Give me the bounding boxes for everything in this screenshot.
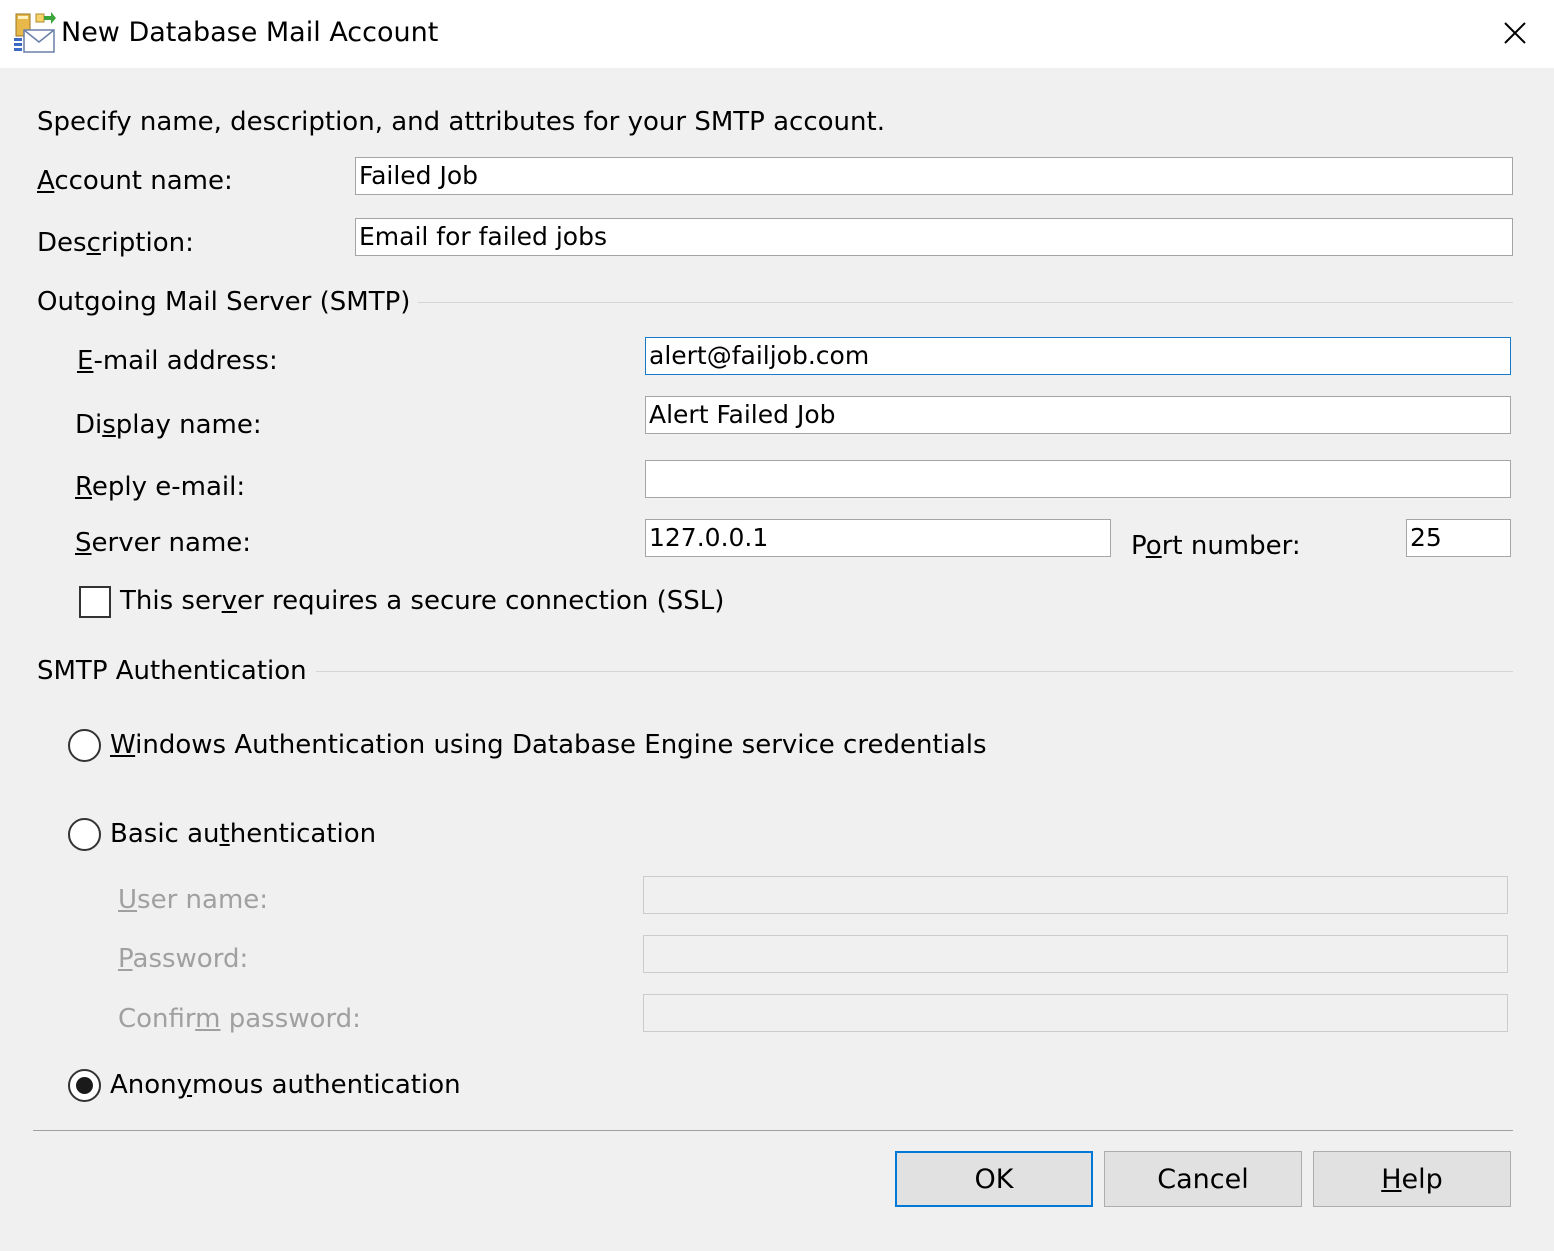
account-name-label: Account name: <box>37 166 233 196</box>
email-address-input[interactable]: alert@failjob.com <box>645 337 1511 375</box>
anonymous-auth-label[interactable]: Anonymous authentication <box>110 1068 461 1102</box>
smtp-group-divider <box>418 302 1513 303</box>
port-number-label: Port number: <box>1131 531 1301 561</box>
auth-group-divider <box>316 671 1513 672</box>
help-button[interactable]: Help <box>1313 1151 1511 1207</box>
ssl-checkbox-label[interactable]: This server requires a secure connection… <box>120 584 724 618</box>
windows-auth-label[interactable]: Windows Authentication using Database En… <box>110 728 987 762</box>
database-mail-icon <box>14 12 56 53</box>
confirm-password-input <box>643 994 1508 1032</box>
auth-group-title: SMTP Authentication <box>37 656 307 686</box>
smtp-group-title: Outgoing Mail Server (SMTP) <box>37 287 411 317</box>
reply-email-input[interactable] <box>645 460 1511 498</box>
port-number-input[interactable]: 25 <box>1406 519 1511 557</box>
ok-button[interactable]: OK <box>895 1151 1093 1207</box>
display-name-input[interactable]: Alert Failed Job <box>645 396 1511 434</box>
email-address-label: E-mail address: <box>77 346 278 376</box>
basic-auth-radio[interactable] <box>68 818 101 851</box>
description-label: Description: <box>37 228 194 258</box>
intro-text: Specify name, description, and attribute… <box>37 107 885 137</box>
server-name-input[interactable]: 127.0.0.1 <box>645 519 1111 557</box>
ssl-checkbox[interactable] <box>79 586 111 618</box>
account-name-input[interactable]: Failed Job <box>355 157 1513 195</box>
password-input <box>643 935 1508 973</box>
window-title: New Database Mail Account <box>61 17 439 48</box>
confirm-password-label: Confirm password: <box>118 1004 361 1034</box>
user-name-input <box>643 876 1508 914</box>
user-name-label: User name: <box>118 885 269 915</box>
title-bar: New Database Mail Account <box>0 0 1554 68</box>
reply-email-label: Reply e-mail: <box>75 472 246 502</box>
windows-auth-radio[interactable] <box>68 729 101 762</box>
anonymous-auth-radio[interactable] <box>68 1069 101 1102</box>
cancel-button[interactable]: Cancel <box>1104 1151 1302 1207</box>
close-button[interactable] <box>1486 0 1544 66</box>
close-icon <box>1504 22 1526 44</box>
radio-selected-dot <box>76 1077 93 1094</box>
basic-auth-label[interactable]: Basic authentication <box>110 817 376 851</box>
footer-divider <box>33 1130 1513 1131</box>
description-input[interactable]: Email for failed jobs <box>355 218 1513 256</box>
password-label: Password: <box>118 944 249 974</box>
display-name-label: Display name: <box>75 410 262 440</box>
server-name-label: Server name: <box>75 528 252 558</box>
